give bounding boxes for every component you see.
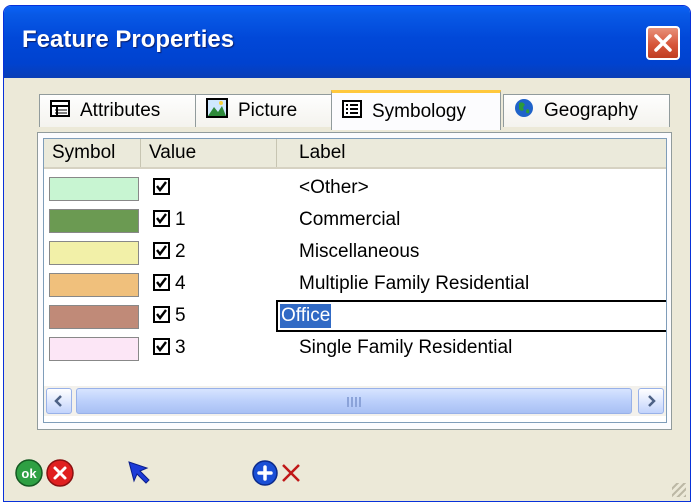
column-header-symbol[interactable]: Symbol [44,139,141,167]
select-pointer-button[interactable] [125,458,155,493]
row-value: 3 [175,337,186,358]
resize-grip-icon[interactable] [672,483,686,497]
grip-icon [347,397,363,407]
row-label[interactable]: Commercial [299,205,400,235]
horizontal-scrollbar[interactable] [44,386,666,416]
checkmark-icon [156,277,167,288]
tab-symbology-label: Symbology [372,100,466,122]
checkmark-icon [156,245,167,256]
checkmark-icon [156,341,167,352]
table-row[interactable]: 1 Commercial [44,203,666,237]
value-checkbox[interactable] [153,306,170,323]
checkmark-icon [156,309,167,320]
pointer-icon [128,461,150,484]
symbol-swatch[interactable] [49,241,139,265]
close-button[interactable] [646,26,680,60]
picture-icon [206,98,228,124]
row-label[interactable]: Miscellaneous [299,237,419,267]
row-label[interactable]: Multiplie Family Residential [299,269,529,299]
table-header: Symbol Value Label [44,139,666,169]
label-edit-field[interactable]: Office [276,300,666,332]
symbol-swatch[interactable] [49,209,139,233]
value-checkbox[interactable] [153,210,170,227]
row-value: 2 [175,241,186,262]
cancel-icon [46,459,74,487]
list-icon [342,99,362,124]
chevron-left-icon [54,395,62,407]
table-row[interactable]: 5 Office [44,299,666,333]
symbology-panel: Symbol Value Label <Other> 1 Commercial … [37,132,672,430]
add-icon [252,460,278,486]
checkmark-icon [156,181,167,192]
symbol-swatch[interactable] [49,305,139,329]
table-row[interactable]: 4 Multiplie Family Residential [44,267,666,301]
value-checkbox[interactable] [153,338,170,355]
close-icon [654,34,672,52]
symbol-swatch[interactable] [49,337,139,361]
value-checkbox[interactable] [153,242,170,259]
value-checkbox[interactable] [153,178,170,195]
delete-icon [282,464,300,482]
table-row[interactable]: 2 Miscellaneous [44,235,666,269]
row-label[interactable]: <Other> [299,173,369,203]
scroll-right-button[interactable] [638,388,664,414]
column-header-label[interactable]: Label [277,139,666,167]
add-button[interactable] [250,458,280,493]
table-row[interactable]: <Other> [44,171,666,205]
delete-button[interactable] [279,458,305,493]
feature-properties-window: Feature Properties Attributes Picture Sy… [3,5,691,502]
column-header-value[interactable]: Value [141,139,277,167]
chevron-right-icon [648,395,656,407]
tab-geography[interactable]: Geography [503,94,670,127]
tab-attributes[interactable]: Attributes [39,94,196,127]
globe-icon [514,98,534,124]
checkmark-icon [156,213,167,224]
tab-geography-label: Geography [544,100,639,121]
row-value: 5 [175,305,186,326]
row-value: 1 [175,209,186,230]
bottom-toolbar: ok [4,458,304,498]
table-row[interactable]: 3 Single Family Residential [44,331,666,365]
tab-symbology[interactable]: Symbology [331,90,501,130]
row-label[interactable]: Single Family Residential [299,333,512,363]
ok-icon: ok [15,459,43,487]
symbol-swatch[interactable] [49,273,139,297]
tab-picture-label: Picture [238,100,298,121]
window-title: Feature Properties [22,26,235,53]
title-bar[interactable]: Feature Properties [4,6,690,78]
symbol-table: Symbol Value Label <Other> 1 Commercial … [43,138,667,423]
row-value: 4 [175,273,186,294]
value-checkbox[interactable] [153,274,170,291]
scroll-thumb[interactable] [76,388,632,414]
scroll-left-button[interactable] [46,388,72,414]
selected-label-text[interactable]: Office [280,304,332,328]
svg-text:ok: ok [21,466,37,481]
tab-strip: Attributes Picture Symbology Geography [39,90,670,134]
ok-button[interactable]: ok [14,458,44,493]
cancel-button[interactable] [45,458,75,493]
tab-picture[interactable]: Picture [195,94,332,127]
table-icon [50,99,70,123]
symbol-swatch[interactable] [49,177,139,201]
tab-attributes-label: Attributes [80,100,161,121]
